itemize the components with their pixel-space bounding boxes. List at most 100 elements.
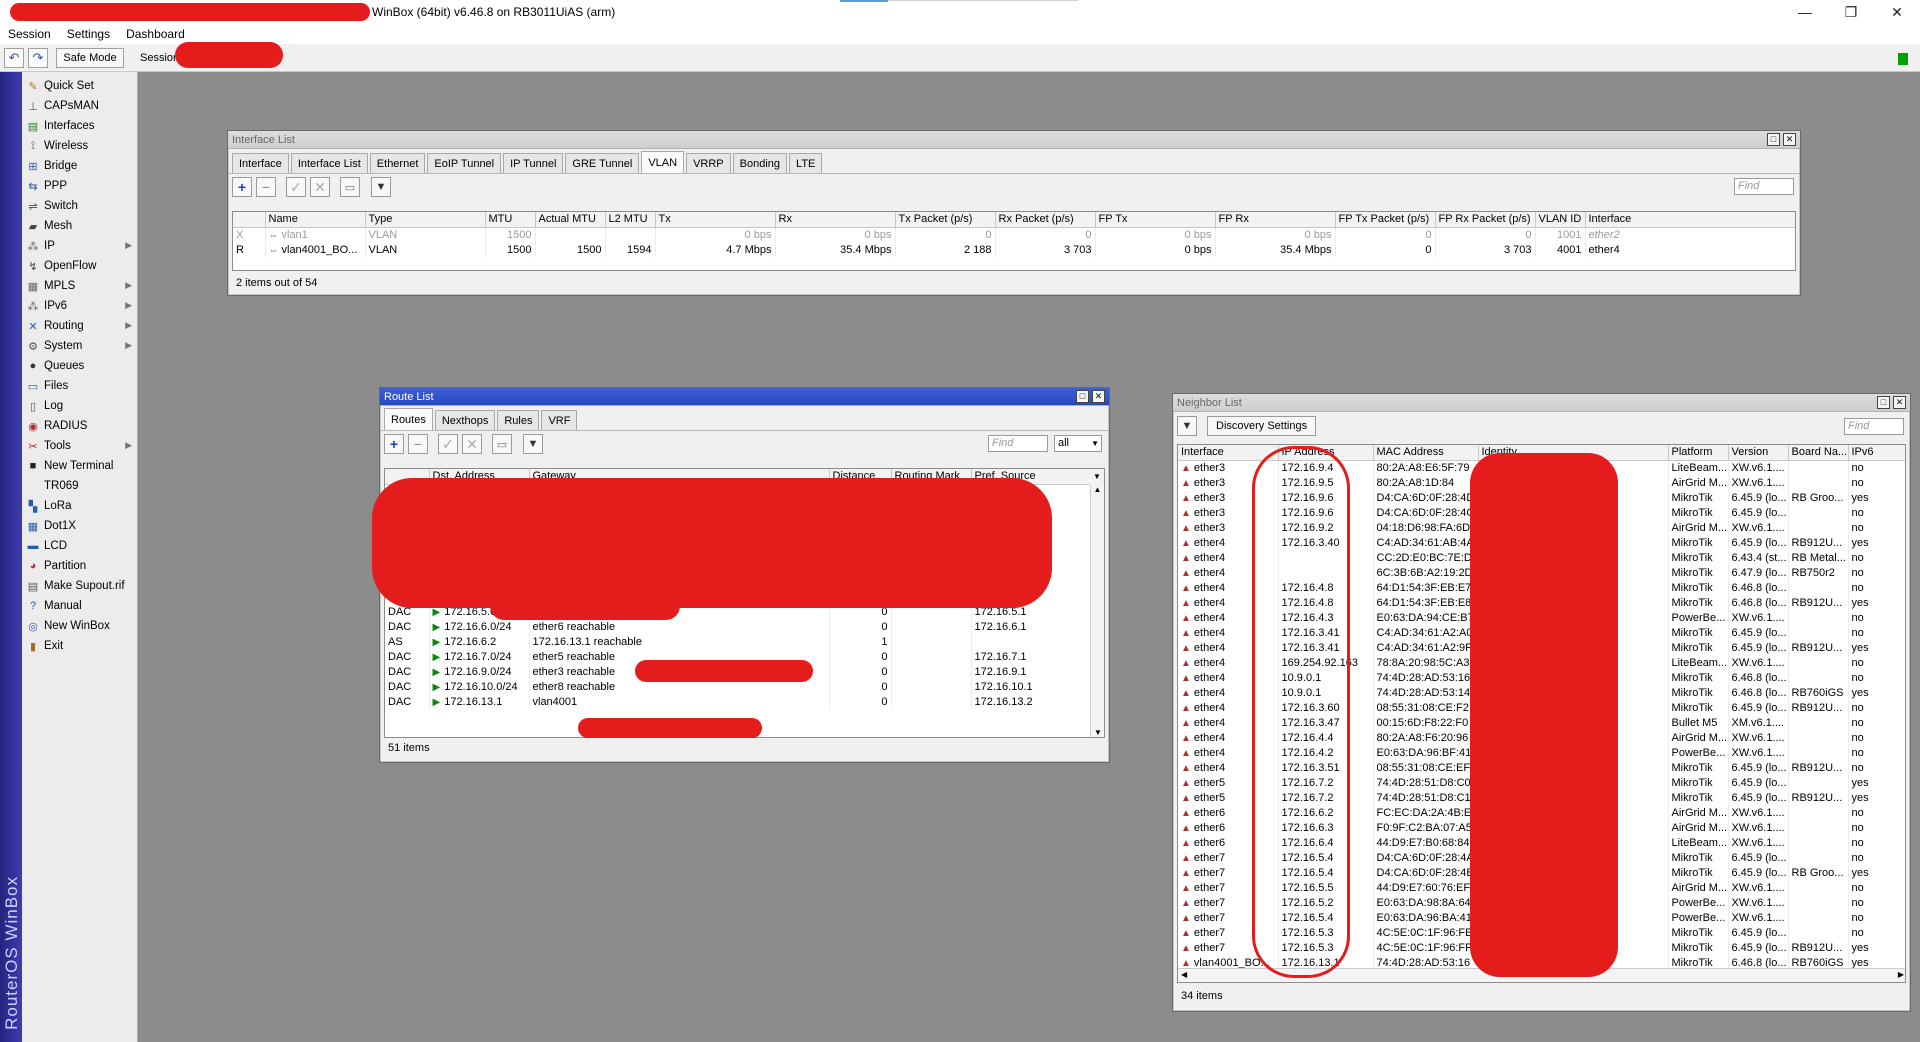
menu-session[interactable]: Session <box>8 27 51 41</box>
column-header[interactable]: Tx <box>655 212 776 228</box>
sidebar-item-ip[interactable]: ⁂ IP ▶ <box>24 236 136 256</box>
scroll-up-icon[interactable]: ▲ <box>1091 485 1104 494</box>
enable-icon[interactable]: ✓ <box>438 434 458 454</box>
sidebar-item-partition[interactable]: ◕ Partition <box>24 556 136 576</box>
sidebar-item-new-terminal[interactable]: ■ New Terminal <box>24 456 136 476</box>
add-icon[interactable]: + <box>384 434 404 454</box>
sidebar-item-capsman[interactable]: ⊥ CAPsMAN <box>24 96 136 116</box>
column-header[interactable]: Board Na... <box>1788 445 1849 461</box>
tab-interface-list[interactable]: Interface List <box>290 153 368 173</box>
sidebar-item-lcd[interactable]: ▬ LCD <box>24 536 136 556</box>
sidebar-item-tools[interactable]: ✂ Tools ▶ <box>24 436 136 456</box>
remove-icon[interactable]: − <box>408 434 428 454</box>
sidebar-item-quick-set[interactable]: ✎ Quick Set <box>24 76 136 96</box>
sidebar-item-ipv6[interactable]: ⁂ IPv6 ▶ <box>24 296 136 316</box>
table-row[interactable]: AS ▶ 172.16.6.2 172.16.13.1 reachable 1 <box>385 634 1092 649</box>
sidebar-item-queues[interactable]: ● Queues <box>24 356 136 376</box>
comment-icon[interactable]: ▭ <box>492 434 512 454</box>
tab-routes[interactable]: Routes <box>384 408 433 430</box>
close-icon[interactable]: ✕ <box>1874 0 1920 24</box>
sidebar-item-switch[interactable]: ⇌ Switch <box>24 196 136 216</box>
add-icon[interactable]: + <box>232 177 252 197</box>
maximize-icon[interactable]: □ <box>1877 396 1890 409</box>
column-header[interactable]: VLAN ID <box>1535 212 1586 228</box>
remove-icon[interactable]: − <box>256 177 276 197</box>
chevron-down-icon[interactable]: ▼ <box>1091 436 1099 451</box>
column-header[interactable]: Rx Packet (p/s) <box>995 212 1096 228</box>
sidebar-item-mpls[interactable]: ▦ MPLS ▶ <box>24 276 136 296</box>
sidebar-item-new-winbox[interactable]: ◎ New WinBox <box>24 616 136 636</box>
column-header[interactable]: Platform <box>1668 445 1729 461</box>
table-row[interactable]: DAC ▶ 172.16.6.0/24 ether6 reachable 0 172.16… <box>385 619 1092 634</box>
tab-vrf[interactable]: VRF <box>541 410 578 430</box>
sidebar-item-files[interactable]: ▭ Files <box>24 376 136 396</box>
table-row[interactable]: X ⇔ vlan1 VLAN 1500 0 bps 0 bps 0 0 0 bps 0 bps 0 0 1… <box>233 227 1795 242</box>
table-row[interactable]: R ⇔ vlan4001_BO... VLAN 1500 1500 1594 4.7 Mbps… <box>233 242 1795 257</box>
close-icon[interactable]: ✕ <box>1092 390 1105 403</box>
find-input[interactable]: Find <box>1734 178 1794 195</box>
redo-icon[interactable]: ↷ <box>28 48 48 68</box>
column-header[interactable]: L2 MTU <box>605 212 656 228</box>
sidebar-item-wireless[interactable]: ⟟ Wireless <box>24 136 136 156</box>
column-header[interactable]: Version <box>1728 445 1789 461</box>
tab-vlan[interactable]: VLAN <box>641 151 685 173</box>
window-title-bar[interactable]: Neighbor List □ ✕ <box>1173 394 1910 412</box>
comment-icon[interactable]: ▭ <box>340 177 360 197</box>
maximize-icon[interactable]: □ <box>1767 133 1780 146</box>
maximize-icon[interactable]: □ <box>1076 390 1089 403</box>
window-title-bar[interactable]: Interface List □ ✕ <box>228 131 1800 149</box>
column-header[interactable]: FP Tx Packet (p/s) <box>1335 212 1436 228</box>
column-chooser-icon[interactable]: ▼ <box>1090 469 1104 485</box>
scrollbar[interactable]: ▲ ▼ <box>1090 485 1104 737</box>
column-header[interactable]: Actual MTU <box>535 212 606 228</box>
scroll-left-icon[interactable]: ◀ <box>1181 970 1187 979</box>
tab-ip-tunnel[interactable]: IP Tunnel <box>503 153 564 173</box>
column-header[interactable]: MAC Address <box>1373 445 1479 461</box>
find-input[interactable]: Find <box>1844 418 1904 435</box>
sidebar-item-openflow[interactable]: ↯ OpenFlow <box>24 256 136 276</box>
find-input[interactable]: Find <box>988 435 1048 452</box>
tab-rules[interactable]: Rules <box>497 410 540 430</box>
scroll-right-icon[interactable]: ▶ <box>1898 970 1904 979</box>
tab-gre-tunnel[interactable]: GRE Tunnel <box>565 153 640 173</box>
menu-settings[interactable]: Settings <box>67 27 110 41</box>
sidebar-item-log[interactable]: ▯ Log <box>24 396 136 416</box>
filter-select[interactable]: all ▼ <box>1054 435 1102 452</box>
column-header[interactable]: FP Rx Packet (p/s) <box>1435 212 1536 228</box>
tab-ethernet[interactable]: Ethernet <box>369 153 426 173</box>
disable-icon[interactable]: ✕ <box>310 177 330 197</box>
filter-icon[interactable]: ▼ <box>1177 416 1197 436</box>
close-icon[interactable]: ✕ <box>1783 133 1796 146</box>
sidebar-item-exit[interactable]: ▮ Exit <box>24 636 136 656</box>
sidebar-item-lora[interactable]: ▚ LoRa <box>24 496 136 516</box>
sidebar-item-ppp[interactable]: ⇆ PPP <box>24 176 136 196</box>
sidebar-item-make-supout-rif[interactable]: ▤ Make Supout.rif <box>24 576 136 596</box>
menu-dashboard[interactable]: Dashboard <box>126 27 185 41</box>
restore-icon[interactable]: ❐ <box>1828 0 1874 24</box>
table-row[interactable]: DAC ▶ 172.16.13.1 vlan4001 0 172.16.13.2 <box>385 694 1092 709</box>
scroll-down-icon[interactable]: ▼ <box>1091 728 1104 737</box>
sidebar-item-system[interactable]: ⚙ System ▶ <box>24 336 136 356</box>
tab-vrrp[interactable]: VRRP <box>686 153 731 173</box>
tab-bonding[interactable]: Bonding <box>732 153 788 173</box>
undo-icon[interactable]: ↶ <box>4 48 24 68</box>
column-header[interactable]: Name <box>265 212 366 228</box>
tab-nexthops[interactable]: Nexthops <box>434 410 496 430</box>
enable-icon[interactable]: ✓ <box>286 177 306 197</box>
column-header[interactable] <box>233 212 266 228</box>
sidebar-item-manual[interactable]: ? Manual <box>24 596 136 616</box>
minimize-icon[interactable]: — <box>1782 0 1828 24</box>
column-header[interactable]: FP Rx <box>1215 212 1336 228</box>
column-header[interactable]: MTU <box>485 212 536 228</box>
filter-icon[interactable]: ▼ <box>371 177 391 197</box>
window-title-bar[interactable]: Route List □ ✕ <box>380 388 1109 406</box>
tab-eoip-tunnel[interactable]: EoIP Tunnel <box>427 153 502 173</box>
column-header[interactable]: FP Tx <box>1095 212 1216 228</box>
tab-lte[interactable]: LTE <box>789 153 823 173</box>
column-header[interactable]: IPv6 <box>1848 445 1905 461</box>
sidebar-item-dot1x[interactable]: ▦ Dot1X <box>24 516 136 536</box>
discovery-settings-button[interactable]: Discovery Settings <box>1207 416 1317 436</box>
column-header[interactable]: Interface <box>1585 212 1795 228</box>
sidebar-item-mesh[interactable]: ▰ Mesh <box>24 216 136 236</box>
sidebar-item-radius[interactable]: ◉ RADIUS <box>24 416 136 436</box>
